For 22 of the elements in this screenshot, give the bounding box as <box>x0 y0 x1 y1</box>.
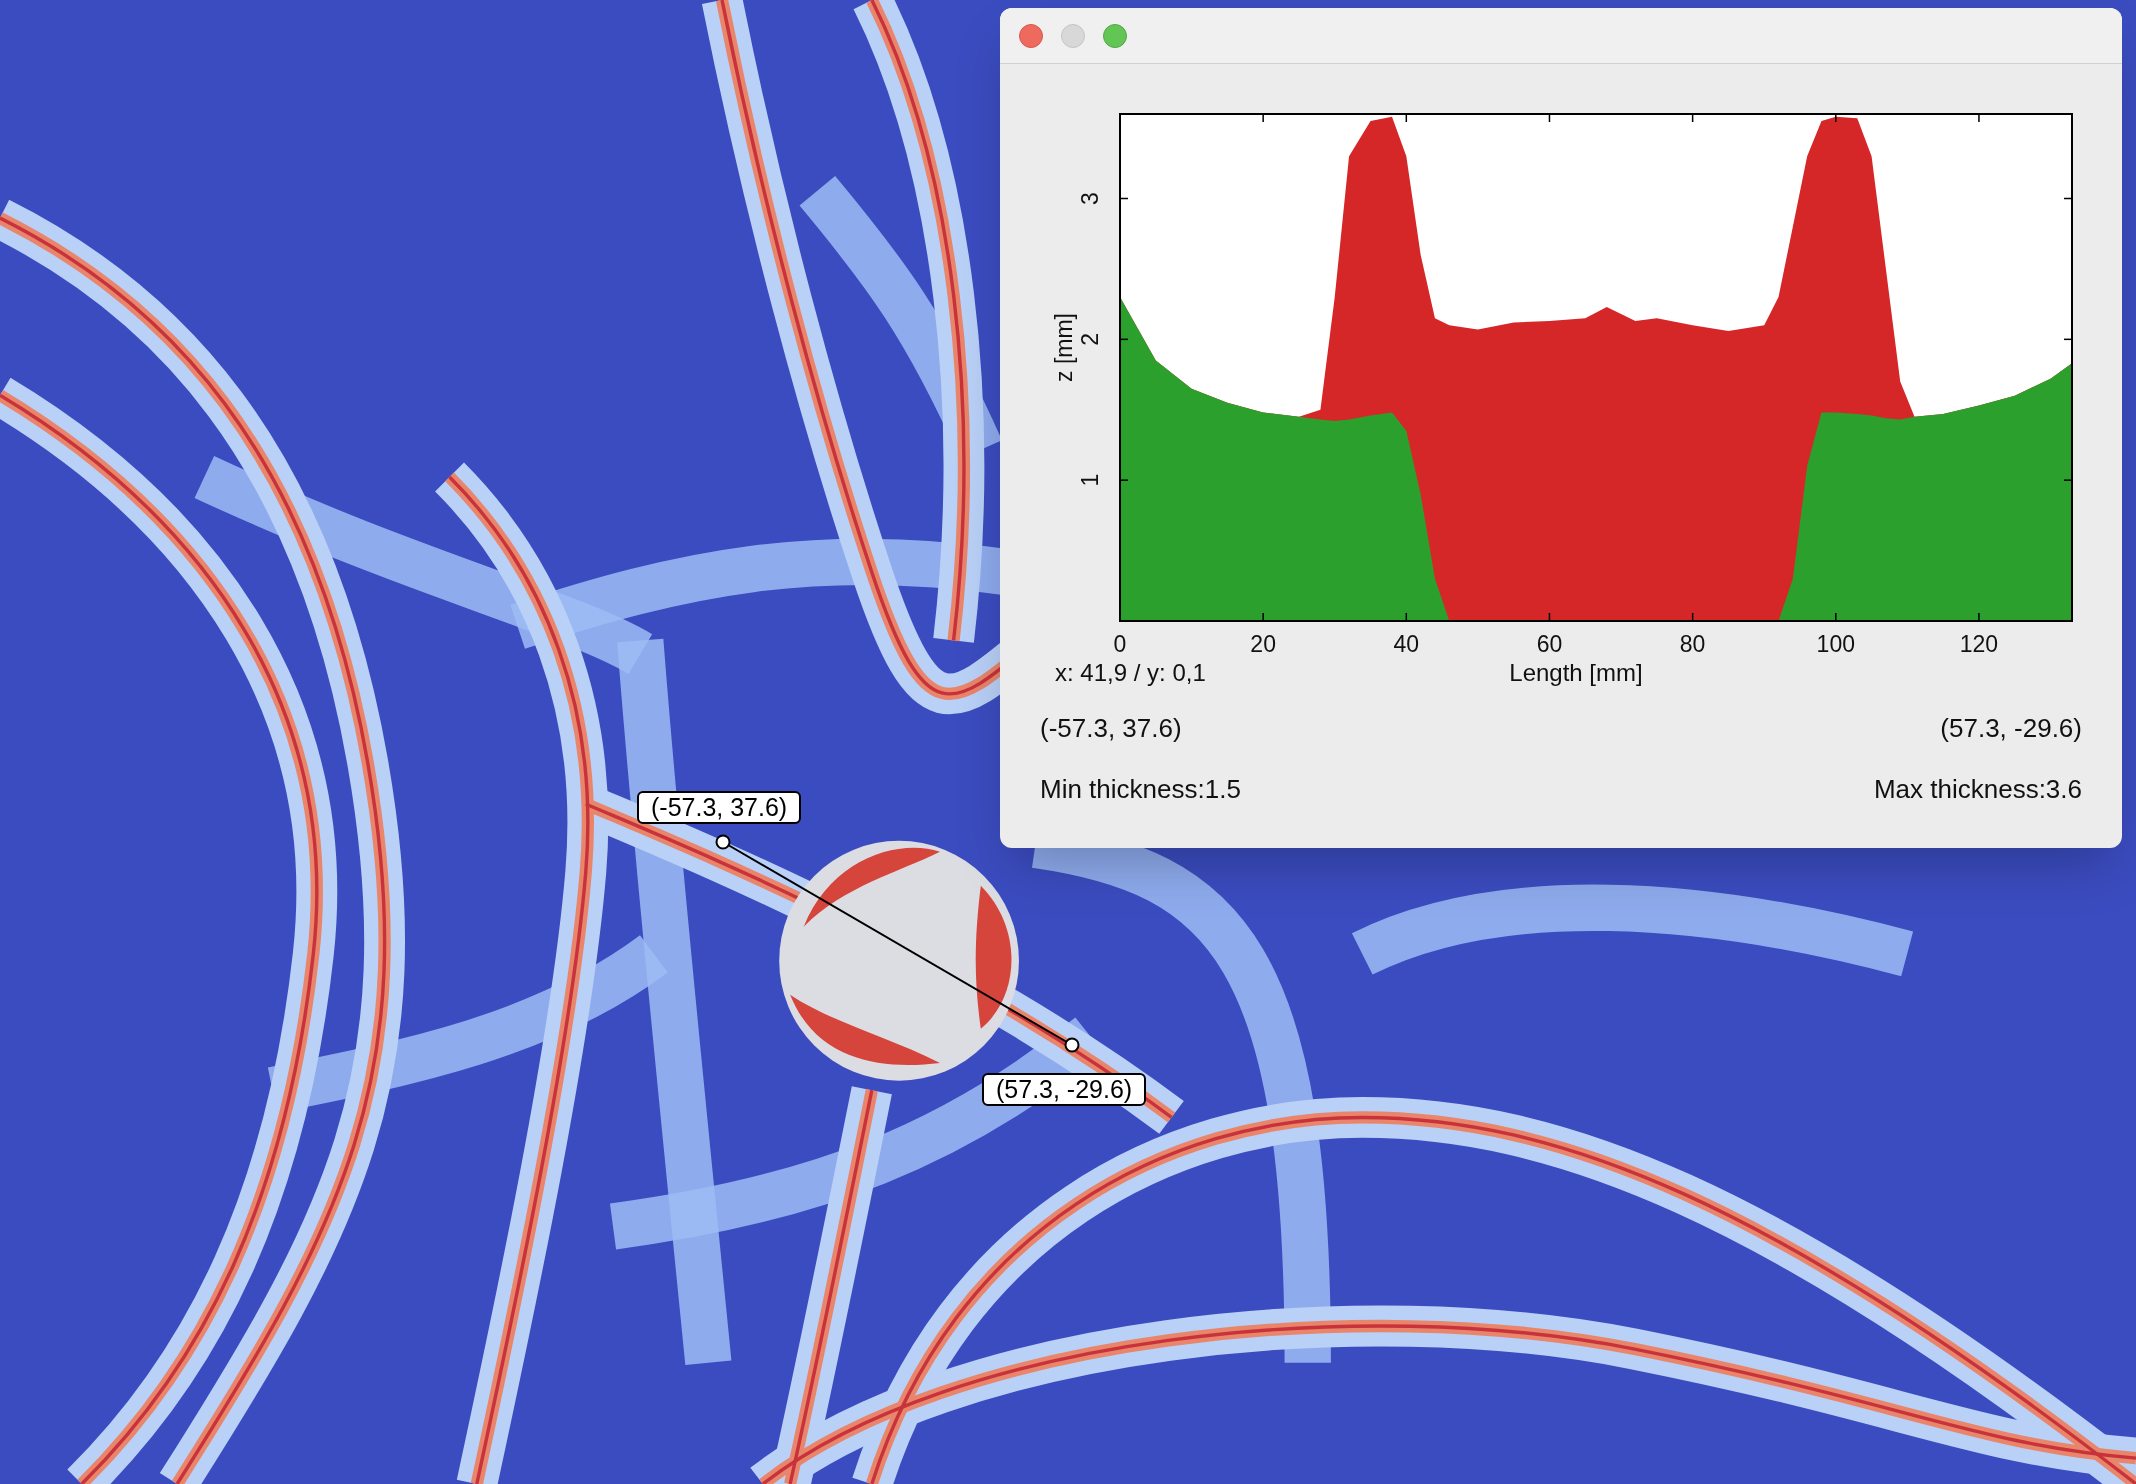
y-tick-label: 1 <box>1077 473 1103 487</box>
probe-label: (57.3, -29.6) <box>982 1073 1147 1106</box>
x-tick-label: 100 <box>1816 631 1855 653</box>
min-thickness-text: Min thickness:1.5 <box>1040 773 1241 806</box>
max-thickness-text: Max thickness:3.6 <box>1873 773 2082 806</box>
y-axis-label: z [mm] <box>1051 313 1077 382</box>
close-icon[interactable] <box>1019 23 1043 48</box>
x-tick-label: 20 <box>1250 631 1276 653</box>
maximize-icon[interactable] <box>1103 23 1127 48</box>
cursor-readout: x: 41,9 / y: 0,1 <box>1054 658 1206 688</box>
end-point-text: (57.3, -29.6) <box>1940 712 2082 745</box>
probe-label: (-57.3, 37.6) <box>637 791 802 824</box>
x-tick-label: 0 <box>1113 631 1127 653</box>
x-axis-label: Length [mm] <box>1509 658 1643 688</box>
x-tick-label: 40 <box>1393 631 1420 653</box>
x-tick-label: 120 <box>1959 631 1999 653</box>
start-point-text: (-57.3, 37.6) <box>1040 712 1182 745</box>
y-tick-label: 3 <box>1077 192 1103 205</box>
minimize-icon[interactable] <box>1061 23 1085 48</box>
x-tick-label: 80 <box>1679 631 1706 653</box>
y-tick-label: 2 <box>1077 332 1103 346</box>
x-tick-label: 60 <box>1536 631 1563 653</box>
